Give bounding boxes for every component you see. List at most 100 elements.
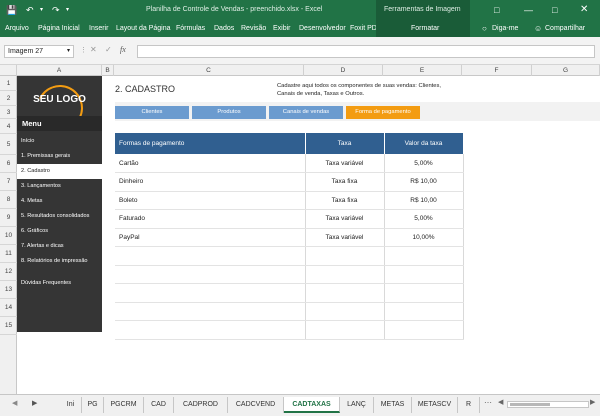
menu-item-metas[interactable]: 4. Metas [17,194,102,209]
ribbon-display-icon[interactable]: □ [494,0,499,20]
column-header-b[interactable]: B [102,65,114,76]
more-tabs-icon[interactable]: ⋯ [484,398,492,407]
menu-item-graficos[interactable]: 6. Gráficos [17,224,102,239]
row-header[interactable]: 2 [0,91,17,106]
tab-scroll-left-icon[interactable]: ◀ [12,399,17,407]
row-header[interactable]: 7 [0,173,17,191]
row-header[interactable]: 14 [0,299,17,317]
row-header[interactable]: 8 [0,191,17,209]
row-header[interactable]: 5 [0,134,17,155]
close-icon[interactable]: ✕ [580,0,588,20]
row-header[interactable]: 4 [0,119,17,134]
empty-cell[interactable] [305,265,385,284]
empty-cell[interactable] [305,320,385,340]
sheet-tab-metas[interactable]: METAS [374,397,412,413]
cell-taxa[interactable]: Taxa variável [305,228,385,247]
horizontal-scrollbar[interactable] [507,401,589,408]
empty-cell[interactable] [115,320,306,340]
cell-valor[interactable]: 5,00% [384,154,464,173]
tab-formatar[interactable]: Formatar [411,20,439,37]
row-header[interactable]: 6 [0,155,17,173]
cell-taxa[interactable]: Taxa variável [305,209,385,229]
empty-cell[interactable] [305,283,385,303]
scroll-thumb[interactable] [510,403,550,406]
column-header-g[interactable]: G [532,65,600,76]
sheet-tab-pgcrm[interactable]: PGCRM [104,397,144,413]
nav-button-canais-vendas[interactable]: Canais de vendas [269,106,343,119]
empty-cell[interactable] [384,320,464,340]
menu-item-duvidas[interactable]: Dúvidas Frequentes [17,276,102,291]
row-header[interactable]: 1 [0,76,17,91]
column-header-c[interactable]: C [114,65,304,76]
menu-item-premissas[interactable]: 1. Premissas gerais [17,149,102,164]
tab-inserir[interactable]: Inserir [89,20,108,37]
tab-desenvolvedor[interactable]: Desenvolvedor [299,20,346,37]
column-header-e[interactable]: E [383,65,462,76]
quick-access-dropdown-icon[interactable]: ▾ [66,0,69,20]
empty-cell[interactable] [384,283,464,303]
row-header[interactable]: 15 [0,317,17,335]
formula-input[interactable] [137,45,595,58]
empty-cell[interactable] [305,246,385,266]
minimize-icon[interactable]: — [524,0,533,20]
empty-cell[interactable] [115,246,306,266]
tab-pagina-inicial[interactable]: Página Inicial [38,20,80,37]
cell-forma[interactable]: PayPal [115,228,306,247]
empty-cell[interactable] [115,265,306,284]
maximize-icon[interactable]: □ [552,0,557,20]
sheet-tab-ini[interactable]: Ini [60,397,82,413]
cell-valor[interactable]: R$ 10,00 [384,172,464,192]
name-box-dropdown-icon[interactable]: ▾ [67,46,70,57]
empty-cell[interactable] [384,265,464,284]
empty-cell[interactable] [115,302,306,321]
cell-taxa[interactable]: Taxa fixa [305,172,385,192]
hscroll-right-icon[interactable]: ▶ [590,398,595,406]
save-icon[interactable]: 💾 [6,0,17,20]
enter-icon[interactable]: ✓ [105,45,112,54]
row-header[interactable]: 11 [0,245,17,263]
row-header[interactable]: 13 [0,281,17,299]
undo-dropdown-icon[interactable]: ▾ [40,0,43,20]
menu-item-relatorios[interactable]: 8. Relatórios de impressão [17,254,102,269]
menu-item-cadastro[interactable]: 2. Cadastro [17,164,102,179]
tell-me-search[interactable]: Diga-me [492,20,518,37]
cell-taxa[interactable]: Taxa fixa [305,191,385,210]
sheet-tab-r[interactable]: R [458,397,480,413]
empty-cell[interactable] [115,283,306,303]
row-header[interactable]: 12 [0,263,17,281]
empty-cell[interactable] [384,302,464,321]
tab-scroll-right-icon[interactable]: ▶ [32,399,37,407]
sheet-tab-cadprod[interactable]: CADPROD [174,397,228,413]
undo-icon[interactable]: ↶ [26,0,34,20]
empty-cell[interactable] [384,246,464,266]
nav-button-clientes[interactable]: Clientes [115,106,189,119]
row-header[interactable]: 10 [0,227,17,245]
tab-exibir[interactable]: Exibir [273,20,291,37]
sheet-tab-cadcvend[interactable]: CADCVEND [228,397,284,413]
hscroll-left-icon[interactable]: ◀ [498,398,503,406]
sheet-tab-lanc[interactable]: LANÇ [340,397,374,413]
column-header-d[interactable]: D [304,65,383,76]
tab-dados[interactable]: Dados [214,20,234,37]
sheet-tab-metascv[interactable]: METASCV [412,397,458,413]
tab-layout-pagina[interactable]: Layout da Página [116,20,171,37]
cell-forma[interactable]: Cartão [115,154,306,173]
row-header[interactable]: 3 [0,106,17,119]
tab-revisao[interactable]: Revisão [241,20,266,37]
cell-taxa[interactable]: Taxa variável [305,154,385,173]
worksheet[interactable]: SEU LOGO Menu Início 1. Premissas gerais… [17,76,600,394]
cancel-icon[interactable]: ✕ [90,45,97,54]
cell-forma[interactable]: Boleto [115,191,306,210]
column-header-f[interactable]: F [462,65,532,76]
select-all-corner[interactable] [0,65,17,76]
menu-item-resultados[interactable]: 5. Resultados consolidados [17,209,102,224]
name-box[interactable]: Imagem 27 ▾ [4,45,74,58]
menu-item-inicio[interactable]: Início [17,134,102,149]
sheet-tab-cadtaxas[interactable]: CADTAXAS [284,397,340,413]
menu-item-lancamentos[interactable]: 3. Lançamentos [17,179,102,194]
row-header[interactable]: 9 [0,209,17,227]
nav-button-produtos[interactable]: Produtos [192,106,266,119]
column-header-a[interactable]: A [17,65,102,76]
insert-function-icon[interactable]: fx [120,45,126,54]
tab-arquivo[interactable]: Arquivo [5,20,29,37]
